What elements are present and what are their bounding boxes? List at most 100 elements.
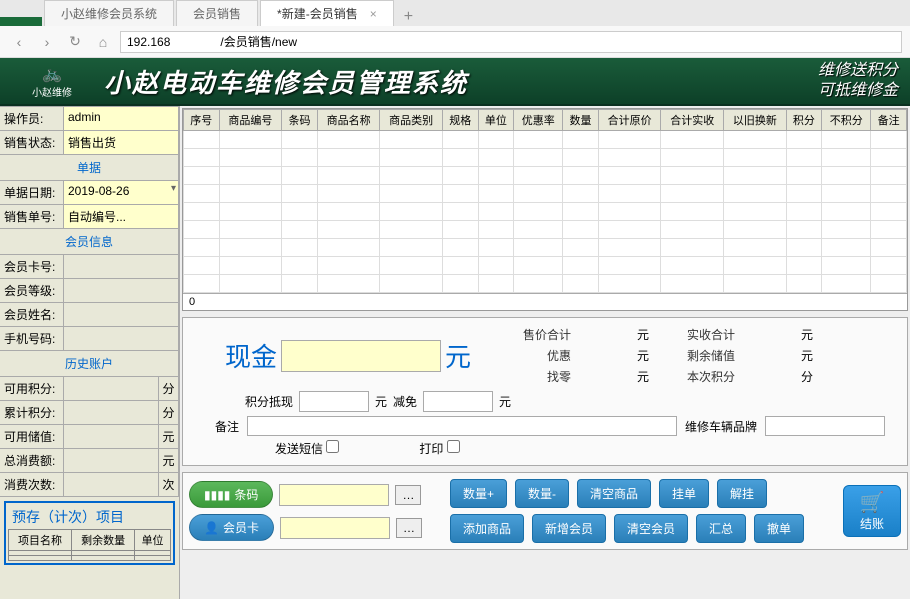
new-tab-button[interactable]: + — [396, 8, 421, 26]
print-checkbox[interactable]: 打印 — [419, 440, 459, 457]
table-row[interactable] — [184, 257, 907, 275]
cash-unit: 元 — [445, 337, 471, 374]
logo: 🚲 小赵维修 — [12, 62, 92, 100]
prestore-table: 项目名称剩余数量单位 — [8, 529, 171, 561]
pts-deduct-input[interactable] — [299, 391, 369, 412]
acc-pts-value — [64, 401, 158, 424]
card-no-value[interactable] — [64, 255, 178, 278]
table-row[interactable] — [184, 185, 907, 203]
add-member-button[interactable]: 新增会员 — [532, 514, 606, 543]
barcode-input[interactable] — [279, 484, 389, 506]
table-row[interactable] — [184, 239, 907, 257]
grid-col-header[interactable]: 优惠率 — [514, 110, 563, 131]
grid-col-header[interactable]: 数量 — [563, 110, 599, 131]
level-label: 会员等级: — [0, 279, 64, 302]
table-row[interactable] — [184, 221, 907, 239]
hold-button[interactable]: 挂单 — [659, 479, 709, 508]
grid-col-header[interactable]: 商品编号 — [219, 110, 282, 131]
section-history: 历史账户 — [0, 351, 179, 377]
forward-button[interactable]: › — [36, 34, 58, 50]
unhold-button[interactable]: 解挂 — [717, 479, 767, 508]
cash-input[interactable] — [281, 340, 441, 372]
table-row[interactable] — [184, 149, 907, 167]
qty-plus-button[interactable]: 数量+ — [450, 479, 507, 508]
spend-count-value — [64, 473, 158, 496]
payment-panel: 现金 元 售价合计元 实收合计元 优惠元 剩余储值元 找零元 本次积分分 积分抵… — [182, 317, 908, 466]
home-button[interactable]: ⌂ — [92, 34, 114, 50]
table-row[interactable] — [184, 131, 907, 149]
table-row[interactable] — [184, 275, 907, 293]
avail-store-value — [64, 425, 158, 448]
summary-button[interactable]: 汇总 — [696, 514, 746, 543]
grid-col-header[interactable]: 商品类别 — [380, 110, 443, 131]
grid-col-header[interactable]: 备注 — [871, 110, 907, 131]
grid-col-header[interactable]: 条码 — [282, 110, 318, 131]
grid-col-header[interactable]: 序号 — [184, 110, 220, 131]
bill-date-label: 单据日期: — [0, 181, 64, 204]
sms-checkbox[interactable]: 发送短信 — [275, 440, 339, 457]
barcode-icon: ▮▮▮▮ — [204, 488, 230, 502]
tab-new-sale[interactable]: *新建-会员销售× — [260, 0, 394, 26]
level-value[interactable] — [64, 279, 178, 302]
barcode-browse-button[interactable]: … — [395, 485, 421, 505]
sidebar: 操作员:admin 销售状态:销售出货 单据 单据日期:2019-08-26▾ … — [0, 106, 180, 599]
url-bar: ‹ › ↻ ⌂ — [0, 26, 910, 58]
app-header: 🚲 小赵维修 小赵电动车维修会员管理系统 维修送积分 可抵维修金 — [0, 58, 910, 106]
sale-state-value[interactable]: 销售出货 — [64, 131, 178, 154]
cart-icon: 🛒 — [860, 490, 885, 515]
grid-col-header[interactable]: 商品名称 — [317, 110, 380, 131]
browser-tabs: 小赵维修会员系统 会员销售 *新建-会员销售× + — [0, 0, 910, 26]
user-icon: 👤 — [204, 521, 219, 535]
vehicle-brand-input[interactable] — [765, 416, 885, 436]
grid-col-header[interactable]: 合计原价 — [598, 110, 661, 131]
phone-value[interactable] — [64, 327, 178, 350]
url-input[interactable] — [120, 31, 902, 53]
logo-text: 小赵维修 — [32, 84, 72, 99]
grid-col-header[interactable]: 规格 — [442, 110, 478, 131]
clear-member-button[interactable]: 清空会员 — [614, 514, 688, 543]
grid-col-header[interactable]: 单位 — [478, 110, 514, 131]
revoke-button[interactable]: 撤单 — [754, 514, 804, 543]
avail-pts-value — [64, 377, 158, 400]
grid-col-header[interactable]: 以旧换新 — [724, 110, 787, 131]
grid-col-header[interactable]: 不积分 — [822, 110, 871, 131]
grid-col-header[interactable]: 合计实收 — [661, 110, 724, 131]
bill-no-value[interactable]: 自动编号... — [64, 205, 178, 228]
operator-value[interactable]: admin — [64, 107, 178, 130]
total-spend-value — [64, 449, 158, 472]
member-card-input[interactable] — [280, 517, 390, 539]
back-button[interactable]: ‹ — [8, 34, 30, 50]
prestore-panel: 预存（计次）项目 项目名称剩余数量单位 — [4, 501, 175, 565]
table-row[interactable] — [184, 167, 907, 185]
table-row[interactable] — [184, 203, 907, 221]
table-row[interactable] — [9, 556, 171, 561]
chevron-down-icon[interactable]: ▾ — [171, 183, 176, 194]
remark-input[interactable] — [247, 416, 677, 436]
tab-app[interactable] — [0, 17, 42, 26]
checkout-button[interactable]: 🛒 结账 — [843, 485, 901, 537]
barcode-button[interactable]: ▮▮▮▮条码 — [189, 481, 273, 508]
prestore-title: 预存（计次）项目 — [8, 505, 171, 529]
operator-label: 操作员: — [0, 107, 64, 130]
reload-button[interactable]: ↻ — [64, 33, 86, 50]
add-goods-button[interactable]: 添加商品 — [450, 514, 524, 543]
close-icon[interactable]: × — [370, 7, 377, 21]
content: 序号商品编号条码商品名称商品类别规格单位优惠率数量合计原价合计实收以旧换新积分不… — [180, 106, 910, 599]
grid-footer: 0 — [183, 293, 907, 310]
clear-goods-button[interactable]: 清空商品 — [577, 479, 651, 508]
member-browse-button[interactable]: … — [396, 518, 422, 538]
member-name-value[interactable] — [64, 303, 178, 326]
member-name-label: 会员姓名: — [0, 303, 64, 326]
section-member: 会员信息 — [0, 229, 179, 255]
bill-date-value[interactable]: 2019-08-26▾ — [64, 181, 178, 204]
member-card-button[interactable]: 👤会员卡 — [189, 514, 274, 541]
cash-label: 现金 — [225, 337, 277, 374]
qty-minus-button[interactable]: 数量- — [515, 479, 569, 508]
tab-sales[interactable]: 会员销售 — [176, 0, 258, 26]
app-subtitle: 维修送积分 可抵维修金 — [818, 61, 898, 101]
minus-input[interactable] — [423, 391, 493, 412]
tab-system[interactable]: 小赵维修会员系统 — [44, 0, 174, 26]
avail-pts-label: 可用积分: — [0, 377, 64, 400]
app-title: 小赵电动车维修会员管理系统 — [104, 63, 818, 100]
grid-col-header[interactable]: 积分 — [786, 110, 822, 131]
